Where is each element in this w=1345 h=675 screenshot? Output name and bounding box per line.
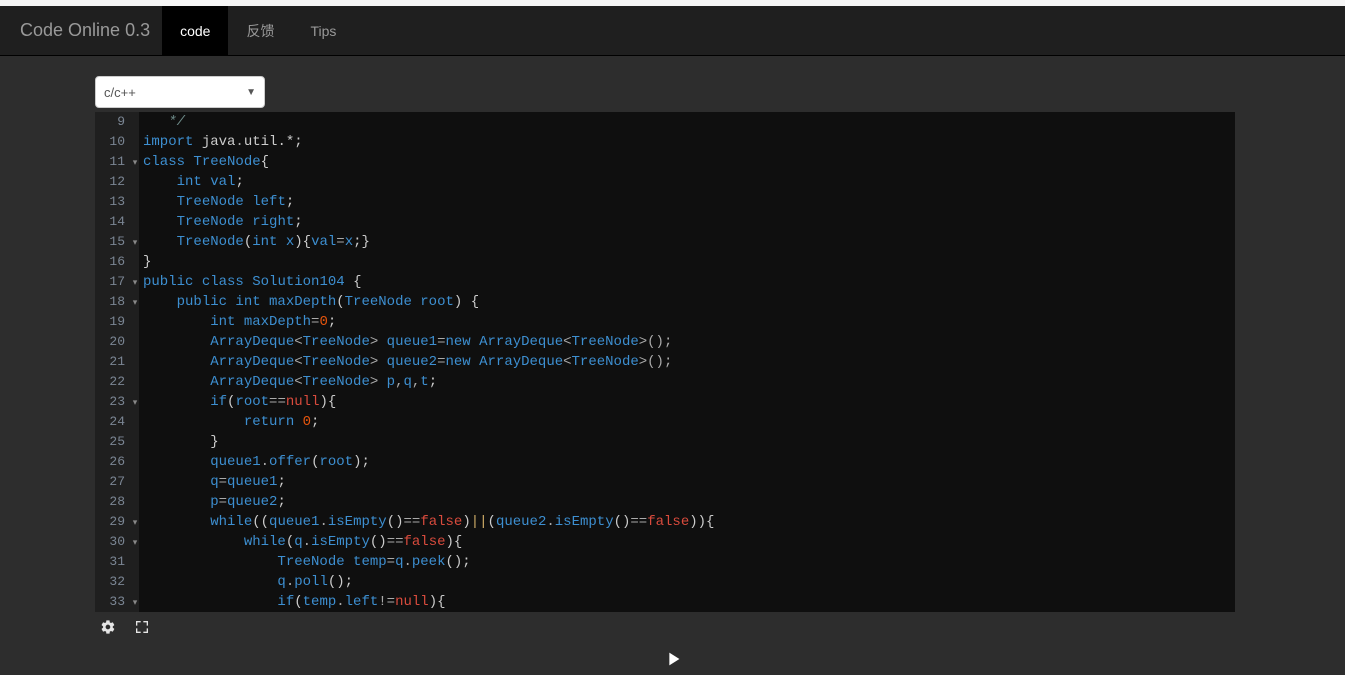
line-number: 10 [95, 132, 131, 152]
chevron-down-icon: ▼ [246, 87, 256, 98]
code-line[interactable]: } [143, 432, 1235, 452]
fold-marker [131, 412, 139, 432]
fold-marker[interactable]: ▾ [131, 592, 139, 612]
fold-marker [131, 192, 139, 212]
line-number: 14 [95, 212, 131, 232]
fold-marker [131, 132, 139, 152]
code-line[interactable]: ArrayDeque<TreeNode> p,q,t; [143, 372, 1235, 392]
line-number: 15 [95, 232, 131, 252]
code-line[interactable]: TreeNode temp=q.peek(); [143, 552, 1235, 572]
code-line[interactable]: int val; [143, 172, 1235, 192]
fold-marker [131, 552, 139, 572]
nav-tab-1[interactable]: 反馈 [228, 6, 292, 55]
fold-marker [131, 352, 139, 372]
line-number: 20 [95, 332, 131, 352]
fold-marker[interactable]: ▾ [131, 272, 139, 292]
code-line[interactable]: import java.util.*; [143, 132, 1235, 152]
language-select-value: c/c++ [104, 85, 136, 100]
code-line[interactable]: ArrayDeque<TreeNode> queue1=new ArrayDeq… [143, 332, 1235, 352]
code-line[interactable]: TreeNode right; [143, 212, 1235, 232]
line-number: 24 [95, 412, 131, 432]
line-number: 22 [95, 372, 131, 392]
fold-marker [131, 312, 139, 332]
line-number: 11 [95, 152, 131, 172]
code-line[interactable]: TreeNode left; [143, 192, 1235, 212]
line-number: 32 [95, 572, 131, 592]
fold-marker [131, 432, 139, 452]
line-number: 30 [95, 532, 131, 552]
code-line[interactable]: class TreeNode{ [143, 152, 1235, 172]
nav-tab-0[interactable]: code [162, 6, 228, 55]
line-number: 12 [95, 172, 131, 192]
fold-marker [131, 212, 139, 232]
code-line[interactable]: queue1.offer(root); [143, 452, 1235, 472]
code-line[interactable]: while((queue1.isEmpty()==false)||(queue2… [143, 512, 1235, 532]
code-line[interactable]: q=queue1; [143, 472, 1235, 492]
code-line[interactable]: int maxDepth=0; [143, 312, 1235, 332]
fold-marker [131, 572, 139, 592]
code-line[interactable]: public class Solution104 { [143, 272, 1235, 292]
editor-toolstrip [95, 612, 1250, 636]
fold-marker [131, 112, 139, 132]
code-line[interactable]: ArrayDeque<TreeNode> queue2=new ArrayDeq… [143, 352, 1235, 372]
line-number: 25 [95, 432, 131, 452]
code-line[interactable]: } [143, 252, 1235, 272]
code-line[interactable]: p=queue2; [143, 492, 1235, 512]
code-line[interactable]: public int maxDepth(TreeNode root) { [143, 292, 1235, 312]
line-number: 16 [95, 252, 131, 272]
run-bar [95, 636, 1250, 675]
fold-column: ▾▾▾▾▾▾▾▾ [131, 112, 139, 612]
brand: Code Online 0.3 [8, 20, 162, 41]
fold-marker[interactable]: ▾ [131, 512, 139, 532]
workspace: c/c++ ▼ 91011121314151617181920212223242… [0, 56, 1345, 675]
code-line[interactable]: while(q.isEmpty()==false){ [143, 532, 1235, 552]
fold-marker [131, 372, 139, 392]
code-editor[interactable]: 9101112131415161718192021222324252627282… [95, 112, 1235, 612]
line-number: 29 [95, 512, 131, 532]
line-number: 17 [95, 272, 131, 292]
fold-marker[interactable]: ▾ [131, 392, 139, 412]
line-number: 31 [95, 552, 131, 572]
line-number: 28 [95, 492, 131, 512]
fold-marker [131, 332, 139, 352]
line-number: 27 [95, 472, 131, 492]
fold-marker[interactable]: ▾ [131, 532, 139, 552]
code-area[interactable]: */import java.util.*;class TreeNode{ int… [139, 112, 1235, 612]
line-number: 33 [95, 592, 131, 612]
fold-marker [131, 452, 139, 472]
language-select[interactable]: c/c++ ▼ [95, 76, 265, 108]
code-line[interactable]: if(root==null){ [143, 392, 1235, 412]
code-line[interactable]: return 0; [143, 412, 1235, 432]
line-number: 23 [95, 392, 131, 412]
line-number: 18 [95, 292, 131, 312]
nav-tab-2[interactable]: Tips [292, 6, 354, 55]
navbar: Code Online 0.3 code反馈Tips [0, 6, 1345, 56]
expand-icon[interactable] [133, 618, 151, 636]
fold-marker[interactable]: ▾ [131, 232, 139, 252]
play-icon[interactable] [662, 648, 684, 675]
code-line[interactable]: TreeNode(int x){val=x;} [143, 232, 1235, 252]
code-line[interactable]: if(temp.left!=null){ [143, 592, 1235, 612]
fold-marker [131, 172, 139, 192]
line-number: 26 [95, 452, 131, 472]
nav-tabs: code反馈Tips [162, 6, 354, 55]
fold-marker [131, 472, 139, 492]
fold-marker [131, 492, 139, 512]
fold-marker[interactable]: ▾ [131, 292, 139, 312]
fold-marker[interactable]: ▾ [131, 152, 139, 172]
code-line[interactable]: */ [143, 112, 1235, 132]
fold-marker [131, 252, 139, 272]
line-number: 21 [95, 352, 131, 372]
line-number: 9 [95, 112, 131, 132]
gear-icon[interactable] [99, 618, 117, 636]
gutter: 9101112131415161718192021222324252627282… [95, 112, 131, 612]
line-number: 19 [95, 312, 131, 332]
code-line[interactable]: q.poll(); [143, 572, 1235, 592]
line-number: 13 [95, 192, 131, 212]
